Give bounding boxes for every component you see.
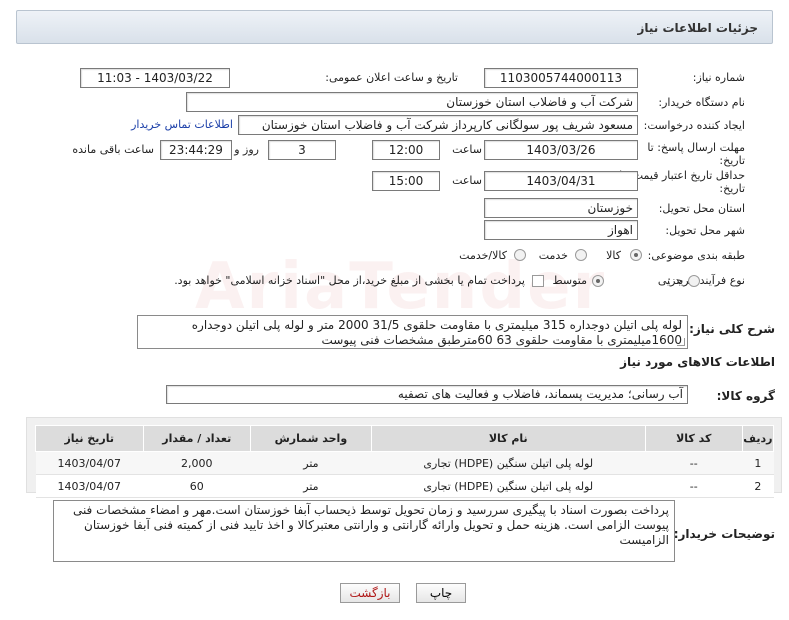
col-header-name: نام کالا — [370, 425, 646, 452]
cell-row: 1 — [742, 451, 774, 475]
table-row[interactable]: 2 -- لوله پلی اتیلن سنگین (HDPE) تجاری م… — [35, 474, 774, 498]
category-radio-service[interactable] — [575, 249, 587, 261]
requester-label: ایجاد کننده درخواست: — [643, 119, 745, 132]
province-field[interactable]: خوزستان — [484, 198, 638, 218]
back-button[interactable]: بازگشت — [340, 583, 400, 603]
reply-time-label: ساعت — [452, 143, 482, 156]
city-label: شهر محل تحویل: — [665, 224, 745, 237]
remaining-time-field[interactable]: 23:44:29 — [160, 140, 232, 160]
need-number-field[interactable]: 1103005744000113 — [484, 68, 638, 88]
col-header-row: ردیف — [741, 425, 775, 452]
category-radio-goods-service[interactable] — [514, 249, 526, 261]
cell-row: 2 — [742, 474, 774, 498]
summary-text: لوله پلی اتیلن دوجداره 315 میلیمتری با م… — [191, 318, 682, 347]
price-validity-label: حداقل تاریخ اعتبار قیمت: تا — [619, 169, 745, 182]
city-field[interactable]: اهواز — [484, 220, 638, 240]
goods-group-label: گروه کالا: — [716, 389, 775, 403]
details-panel-header: جزئیات اطلاعات نیاز — [16, 10, 773, 44]
col-header-unit: واحد شمارش — [249, 425, 372, 452]
cell-name: لوله پلی اتیلن سنگین (HDPE) تجاری — [371, 451, 646, 475]
buyer-org-label: نام دستگاه خریدار: — [658, 96, 745, 109]
panel-title: جزئیات اطلاعات نیاز — [637, 21, 758, 35]
need-number-label: شماره نیاز: — [692, 71, 745, 84]
reply-date-field[interactable]: 1403/03/26 — [484, 140, 638, 160]
category-option-goods: کالا — [606, 249, 621, 262]
cell-qty: 2,000 — [143, 451, 251, 475]
cell-unit: متر — [250, 451, 372, 475]
buyer-notes-text: پرداخت بصورت اسناد با پیگیری سررسید و زم… — [72, 503, 669, 547]
days-label: روز و — [234, 143, 259, 156]
price-date-field[interactable]: 1403/04/31 — [484, 171, 638, 191]
col-header-code: کد کالا — [644, 425, 743, 452]
process-option-minor: جزیی — [657, 274, 683, 287]
announce-label: تاریخ و ساعت اعلان عمومی: — [325, 71, 458, 84]
price-validity-label-date: تاریخ: — [719, 182, 745, 195]
col-header-qty: تعداد / مقدار — [142, 425, 251, 452]
buyer-org-field[interactable]: شرکت آب و فاضلاب استان خوزستان — [186, 92, 638, 112]
cell-code: -- — [645, 451, 743, 475]
province-label: استان محل تحویل: — [658, 202, 745, 215]
announce-datetime-field[interactable]: 1403/03/22 - 11:03 — [80, 68, 230, 88]
resize-handle[interactable] — [677, 338, 685, 346]
buyer-contact-link[interactable]: اطلاعات تماس خریدار — [131, 118, 233, 131]
print-button[interactable]: چاپ — [416, 583, 466, 603]
goods-table: ردیف کد کالا نام کالا واحد شمارش تعداد /… — [35, 425, 775, 498]
requester-field[interactable]: مسعود شریف پور سولگانی کارپرداز شرکت آب … — [238, 115, 638, 135]
cell-name: لوله پلی اتیلن سنگین (HDPE) تجاری — [371, 474, 646, 498]
price-time-field[interactable]: 15:00 — [372, 171, 440, 191]
goods-group-field[interactable]: آب رسانی؛ مدیریت پسماند، فاضلاب و فعالیت… — [166, 385, 688, 404]
buyer-notes-label: توضیحات خریدار: — [673, 527, 775, 541]
price-time-label: ساعت — [452, 174, 482, 187]
process-radio-minor[interactable] — [688, 275, 700, 287]
cell-qty: 60 — [143, 474, 251, 498]
category-option-goods-service: کالا/خدمت — [459, 249, 507, 262]
cell-date: 1403/04/07 — [35, 451, 143, 475]
summary-textarea[interactable]: لوله پلی اتیلن دوجداره 315 میلیمتری با م… — [137, 315, 688, 349]
goods-section-header: اطلاعات کالاهای مورد نیاز — [620, 355, 775, 369]
category-radio-goods[interactable] — [630, 249, 642, 261]
days-field[interactable]: 3 — [268, 140, 336, 160]
remaining-time-label: ساعت باقی مانده — [72, 143, 154, 156]
summary-label: شرح کلی نیاز: — [689, 322, 775, 336]
process-option-medium: متوسط — [552, 274, 587, 287]
buyer-notes-textarea[interactable]: پرداخت بصورت اسناد با پیگیری سررسید و زم… — [53, 500, 675, 562]
treasury-checkbox[interactable] — [532, 275, 544, 287]
col-header-date: تاریخ نیاز — [35, 425, 144, 452]
reply-time-field[interactable]: 12:00 — [372, 140, 440, 160]
cell-date: 1403/04/07 — [35, 474, 143, 498]
process-radio-medium[interactable] — [592, 275, 604, 287]
cell-code: -- — [645, 474, 743, 498]
cell-unit: متر — [250, 474, 372, 498]
reply-deadline-label-date: تاریخ: — [719, 154, 745, 167]
category-label: طبقه بندی موضوعی: — [647, 249, 745, 262]
category-option-service: خدمت — [538, 249, 568, 262]
treasury-note: پرداخت تمام یا بخشی از مبلغ خرید،از محل … — [174, 274, 525, 287]
table-row[interactable]: 1 -- لوله پلی اتیلن سنگین (HDPE) تجاری م… — [35, 451, 774, 475]
reply-deadline-label: مهلت ارسال پاسخ: تا — [647, 141, 745, 154]
